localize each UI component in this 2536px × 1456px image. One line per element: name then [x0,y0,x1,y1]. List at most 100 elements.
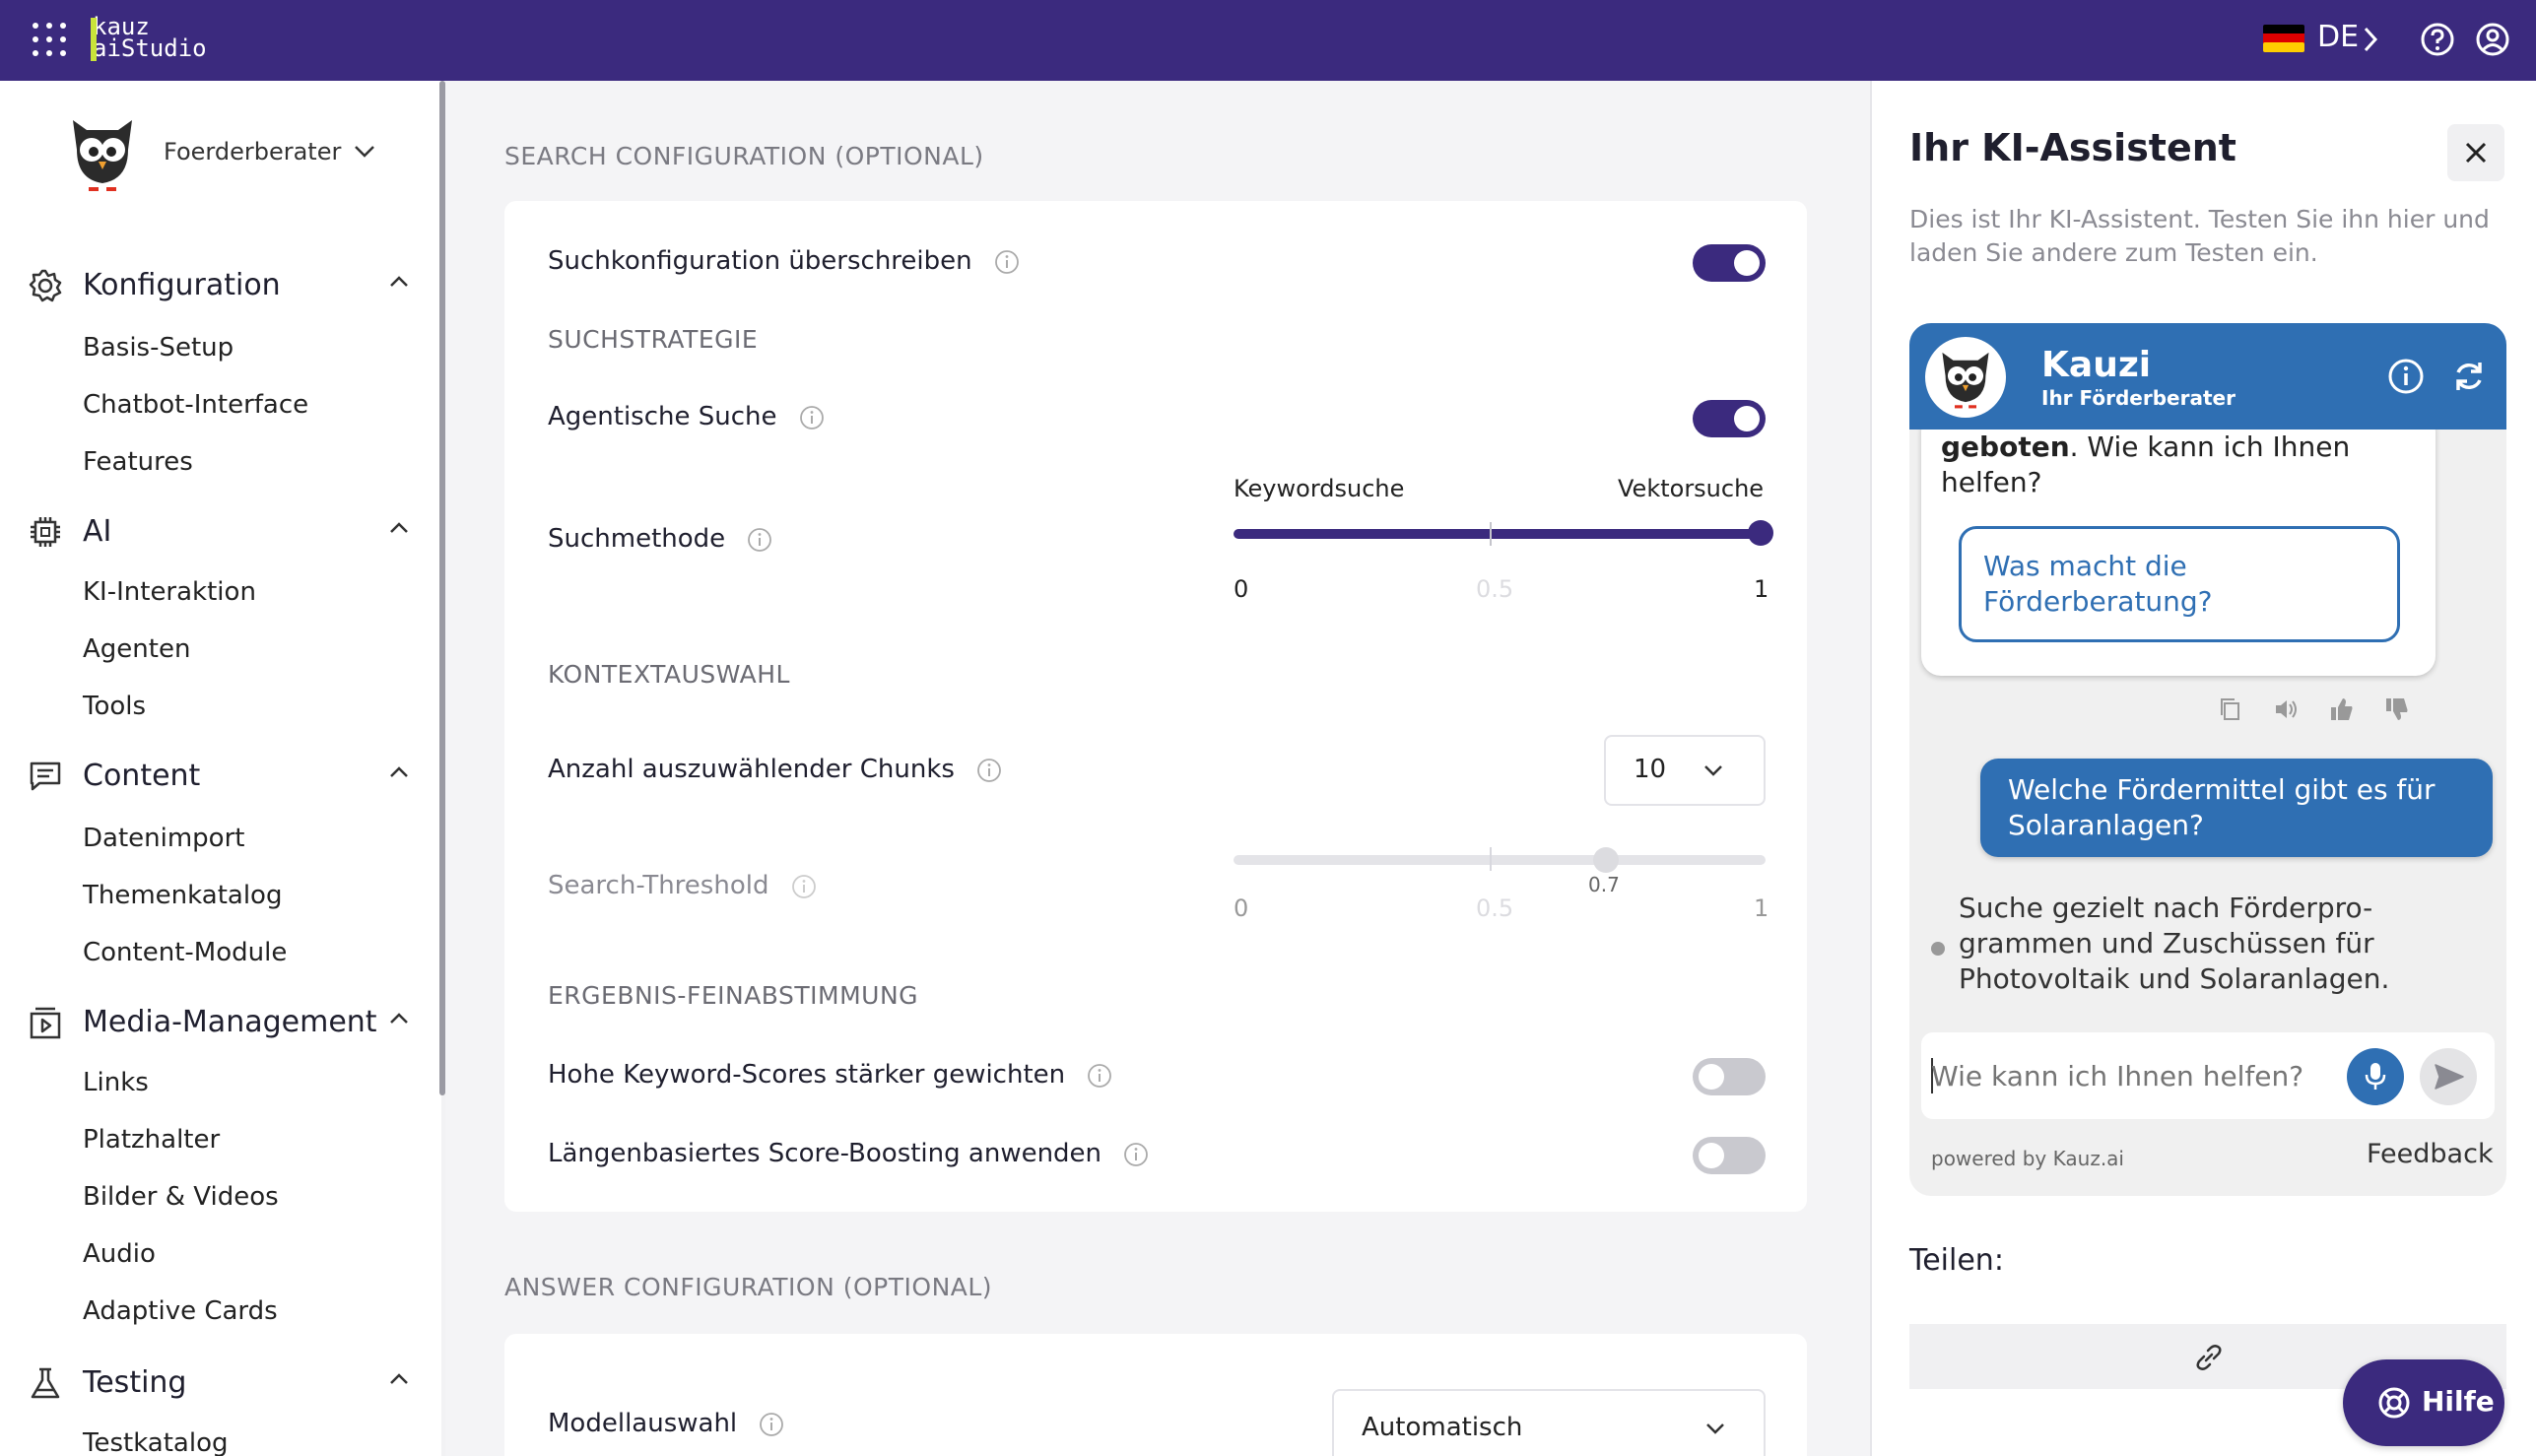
search-config-heading: SEARCH CONFIGURATION (OPTIONAL) [504,142,984,170]
agent-selector[interactable]: Foerderberater [0,81,434,229]
threshold-label: Search-Threshold [548,871,769,900]
nav-section-content[interactable]: Content [28,753,422,800]
quick-reply-button[interactable]: Was macht die Förderberatung? [1959,526,2400,642]
user-icon[interactable] [2475,22,2510,57]
threshold-slider-thumb[interactable] [1593,847,1619,873]
model-select[interactable]: Automatisch [1332,1389,1766,1456]
nav-section-title: Testing [83,1365,187,1400]
nav-item-datenimport[interactable]: Datenimport [83,824,244,853]
method-mid: 0.5 [1476,575,1514,603]
keyword-boost-row: Hohe Keyword-Scores stärker gewichten [548,1060,1112,1090]
powered-by[interactable]: powered by Kauz.ai [1931,1147,2124,1170]
nav-item-adaptive-cards[interactable]: Adaptive Cards [83,1296,278,1326]
chip-icon [31,517,60,547]
speaker-icon[interactable] [2272,695,2300,723]
nav-item-tools[interactable]: Tools [83,692,146,721]
agentic-toggle[interactable] [1693,400,1766,437]
chevron-up-icon[interactable] [388,520,410,536]
chunks-value: 10 [1634,755,1667,784]
method-left-label: Keywordsuche [1234,475,1405,502]
info-icon[interactable] [791,874,817,899]
threshold-mid: 0.5 [1476,894,1514,922]
method-right-label: Vektorsuche [1618,475,1765,502]
user-message-text: Welche Fördermittel gibt es für Solaranl… [2008,773,2436,841]
method-slider-track[interactable] [1234,529,1764,539]
info-icon[interactable] [1123,1142,1149,1167]
nav-item-basis-setup[interactable]: Basis-Setup [83,333,234,363]
quick-reply-label: Was macht die Förderberatung? [1983,550,2213,618]
nav-section-testing[interactable]: Testing [28,1359,422,1407]
chevron-up-icon[interactable] [388,764,410,780]
answer-config-heading: ANSWER CONFIGURATION (OPTIONAL) [504,1273,993,1301]
length-boost-toggle[interactable] [1693,1137,1766,1174]
info-circle-icon[interactable] [2386,357,2426,396]
model-row: Modellauswahl [548,1409,784,1438]
thumbs-up-icon[interactable] [2327,695,2355,723]
info-icon[interactable] [976,758,1002,783]
info-icon[interactable] [747,527,772,553]
nav-item-bilder-videos[interactable]: Bilder & Videos [83,1182,279,1212]
nav-section-konfiguration[interactable]: Konfiguration [28,262,422,309]
chevron-up-icon[interactable] [388,1371,410,1387]
main-content: SEARCH CONFIGURATION (OPTIONAL) Suchkonf… [445,81,1870,1456]
nav-item-chatbot-interface[interactable]: Chatbot-Interface [83,390,308,420]
send-icon [2435,1064,2464,1090]
nav-item-audio[interactable]: Audio [83,1239,156,1269]
apps-grid-icon[interactable] [32,22,67,57]
info-icon[interactable] [799,405,825,430]
close-button[interactable] [2447,124,2504,181]
user-message-bubble: Welche Fördermittel gibt es für Solaranl… [1980,759,2493,857]
refresh-icon[interactable] [2449,357,2489,396]
nav-item-platzhalter[interactable]: Platzhalter [83,1125,220,1155]
logo-line2: aiStudio [93,34,207,62]
chevron-right-icon[interactable] [2361,24,2380,55]
nav-item-themenkatalog[interactable]: Themenkatalog [83,881,282,910]
chunks-label: Anzahl auszuwählender Chunks [548,755,955,784]
nav-item-testkatalog[interactable]: Testkatalog [83,1428,229,1456]
nav-section-media-management[interactable]: Media-Management [28,999,422,1046]
chat-input-box [1921,1032,2495,1119]
close-icon [2465,142,2487,164]
tuning-heading: ERGEBNIS-FEINABSTIMMUNG [548,981,919,1010]
help-icon[interactable] [2420,22,2455,57]
copy-icon[interactable] [2217,695,2244,723]
owl-icon [1942,352,1989,409]
keyword-boost-toggle[interactable] [1693,1058,1766,1095]
germany-flag-icon[interactable] [2263,25,2304,52]
chunks-select[interactable]: 10 [1604,735,1766,806]
send-button[interactable] [2420,1048,2477,1105]
language-selector[interactable]: DE [2317,20,2359,54]
bot-name: Kauzi [2041,345,2152,385]
feedback-link[interactable]: Feedback [2367,1139,2494,1169]
chat-widget: geboten. Wie kann ich Ihnen helfen? Was … [1909,323,2506,1196]
thumbs-down-icon[interactable] [2382,695,2410,723]
nav-item-ki-interaktion[interactable]: KI-Interaktion [83,577,256,607]
top-bar: kauz aiStudio DE [0,0,2536,81]
chevron-down-icon [1704,765,1722,776]
microphone-button[interactable] [2347,1048,2404,1105]
app-logo[interactable]: kauz aiStudio [91,15,207,62]
info-icon[interactable] [994,249,1020,275]
bot-status-text: Suche gezielt nach Förderpro-grammen und… [1959,892,2390,995]
assistant-title: Ihr KI-Assistent [1909,126,2236,169]
chevron-up-icon[interactable] [388,1011,410,1026]
nav-item-content-module[interactable]: Content-Module [83,938,287,967]
nav-item-links[interactable]: Links [83,1068,149,1097]
slider-tick [1490,522,1492,546]
chat-input[interactable] [1931,1052,2325,1099]
threshold-min: 0 [1234,894,1249,922]
info-icon[interactable] [1087,1063,1112,1089]
nav-section-ai[interactable]: AI [28,508,422,556]
lifebuoy-icon [2378,1387,2410,1419]
nav-item-agenten[interactable]: Agenten [83,634,190,664]
info-icon[interactable] [759,1412,784,1437]
nav-section-title: Konfiguration [83,268,281,302]
threshold-slider-track[interactable] [1234,855,1766,865]
chevron-up-icon[interactable] [388,274,410,290]
override-toggle[interactable] [1693,244,1766,282]
toggle-knob [1699,1143,1724,1168]
nav-item-features[interactable]: Features [83,447,193,477]
method-slider-thumb[interactable] [1748,520,1773,546]
chevron-down-icon[interactable] [353,142,376,162]
help-button[interactable]: Hilfe [2343,1359,2504,1446]
